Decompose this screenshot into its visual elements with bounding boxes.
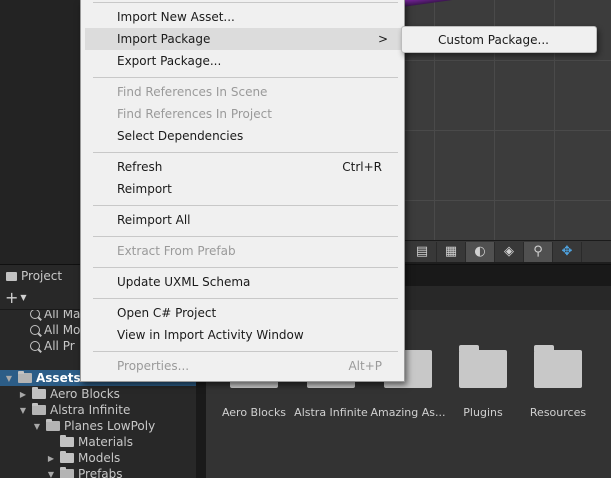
menu-item-extract-from-prefab: Extract From Prefab [117, 244, 236, 258]
menu-item-find-refs-project: Find References In Project [117, 107, 272, 121]
folder-open-icon [46, 419, 60, 431]
menu-item-export-package[interactable]: Export Package... [85, 50, 402, 72]
favorite-item[interactable]: All Pr [30, 338, 75, 354]
context-menu: Import New Asset... Import Package > Exp… [80, 0, 405, 382]
menu-item-reimport-all[interactable]: Reimport All [85, 209, 402, 231]
folder-icon [32, 387, 46, 399]
layers-icon[interactable]: ▤ [408, 241, 437, 262]
folder-icon [459, 345, 507, 388]
folder-icon [534, 345, 582, 388]
menu-separator [93, 152, 398, 153]
folder-open-icon [60, 467, 74, 478]
tree-item-aero-blocks[interactable]: ▶ Aero Blocks [18, 386, 120, 402]
asset-folder-item[interactable]: Resources [518, 345, 598, 419]
tree-item-prefabs[interactable]: ▼ Prefabs [46, 466, 123, 478]
menu-item-custom-package[interactable]: Custom Package... [438, 33, 549, 47]
chevron-down-icon: ▼ [20, 292, 27, 302]
tree-item-alstra-infinite[interactable]: ▼ Alstra Infinite [18, 402, 130, 418]
render-mode-icon[interactable]: ◐ [466, 241, 495, 262]
menu-separator [93, 267, 398, 268]
folder-open-icon [32, 403, 46, 415]
submenu-import-package: Custom Package... [401, 26, 597, 53]
add-button[interactable]: + ▼ [5, 287, 35, 307]
search-icon [30, 325, 40, 335]
menu-separator [93, 236, 398, 237]
tab-project-label: Project [21, 269, 63, 283]
folder-icon [60, 435, 74, 447]
plus-icon: + [5, 287, 19, 307]
folder-icon [6, 271, 17, 281]
chevron-right-icon[interactable]: ▶ [18, 390, 28, 399]
search-icon[interactable]: ⚲ [524, 241, 553, 262]
shortcut-label: Ctrl+R [342, 160, 382, 174]
menu-item-refresh[interactable]: Refresh Ctrl+R [85, 156, 402, 178]
scene-grid-line [404, 60, 611, 61]
tree-item-models[interactable]: ▶ Models [46, 450, 120, 466]
search-icon [30, 341, 40, 351]
gizmos-icon[interactable]: ◈ [495, 241, 524, 262]
hierarchy-panel-bg [0, 0, 80, 264]
asset-folder-item[interactable]: Plugins [443, 345, 523, 419]
menu-separator [93, 351, 398, 352]
menu-item-import-new-asset[interactable]: Import New Asset... [85, 6, 402, 28]
menu-separator [93, 77, 398, 78]
menu-separator [93, 2, 398, 3]
scene-object-purple-beam [404, 0, 611, 8]
scene-grid-line [404, 130, 611, 131]
menu-item-select-dependencies[interactable]: Select Dependencies [85, 125, 402, 147]
menu-item-reimport[interactable]: Reimport [85, 178, 402, 200]
menu-item-properties: Properties... Alt+P [117, 359, 382, 373]
menu-item-update-uxml-schema[interactable]: Update UXML Schema [85, 271, 402, 293]
scene-toolbar: ▤ ▦ ◐ ◈ ⚲ ✥ [404, 240, 611, 262]
chevron-right-icon: > [377, 32, 388, 46]
grid-icon[interactable]: ▦ [437, 241, 466, 262]
menu-item-find-refs-scene: Find References In Scene [117, 85, 268, 99]
favorite-item[interactable]: All Ma [30, 310, 80, 322]
tab-project[interactable]: Project [0, 265, 80, 287]
chevron-down-icon[interactable]: ▼ [32, 422, 42, 431]
folder-icon [60, 451, 74, 463]
chevron-down-icon[interactable]: ▼ [46, 470, 56, 478]
menu-item-import-package[interactable]: Import Package > [85, 28, 402, 50]
favorite-item[interactable]: All Mo [30, 322, 80, 338]
tree-item-materials[interactable]: Materials [46, 434, 133, 450]
chevron-down-icon[interactable]: ▼ [18, 406, 28, 415]
chevron-down-icon[interactable]: ▼ [4, 374, 14, 383]
tree-item-planes-lowpoly[interactable]: ▼ Planes LowPoly [32, 418, 155, 434]
folder-open-icon [18, 371, 32, 383]
menu-item-view-import-activity[interactable]: View in Import Activity Window [85, 324, 402, 346]
menu-separator [93, 205, 398, 206]
menu-separator [93, 298, 398, 299]
shortcut-label: Alt+P [348, 359, 382, 373]
chevron-right-icon[interactable]: ▶ [46, 454, 56, 463]
search-icon [30, 310, 40, 319]
menu-item-open-csharp-project[interactable]: Open C# Project [85, 302, 402, 324]
orientation-icon[interactable]: ✥ [553, 241, 582, 262]
scene-grid-line [404, 200, 611, 201]
